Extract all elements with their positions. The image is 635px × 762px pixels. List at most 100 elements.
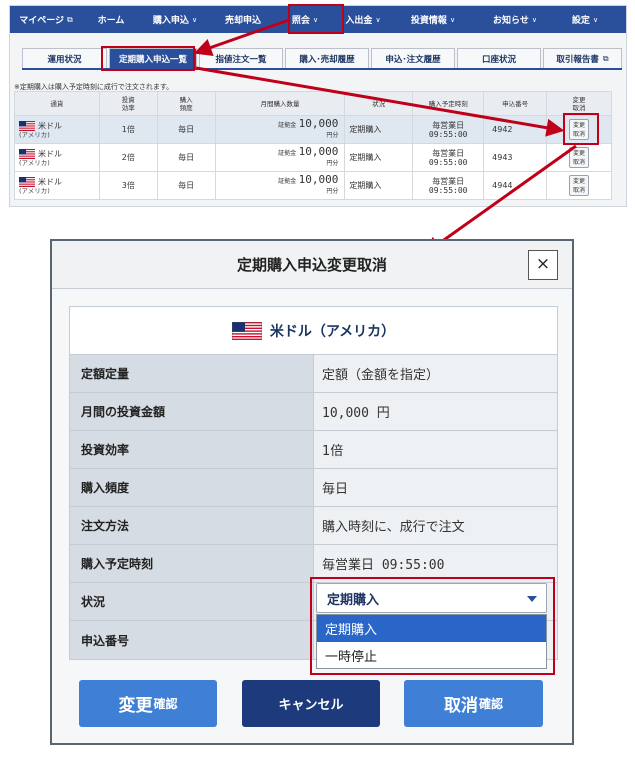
amount-cell: 証拠金 10,000 円分 [214,171,346,200]
nav-label: 売却申込 [224,16,261,26]
nav-label: 購入申込 [152,16,189,26]
nav-purchase[interactable]: 購入申込 ∨ [140,6,210,33]
button-label-small: 確認 [478,697,503,711]
currency-header: 米ドル（アメリカ） [70,307,557,355]
amount-cell: 証拠金 10,000 円分 [214,143,346,172]
nav-label: ホーム [97,16,125,26]
currency-name: 米ドル [38,149,62,158]
highlight-status-select [310,577,555,675]
detail-label: 月間の投資金額 [70,393,314,430]
time-value: 09:55:00 [428,185,468,195]
detail-label: 購入予定時刻 [70,545,314,582]
amount-unit: 円分 [326,131,339,139]
nav-investment-info[interactable]: 投資情報 ∨ [392,6,474,33]
time-cell: 毎営業日 09:55:00 [412,143,485,172]
currency-name: 米ドル [38,177,62,186]
currency-name: 米ドル（アメリカ） [269,323,396,340]
col-header: 変更 取消 [546,91,612,116]
order-id-cell: 4942 [483,115,548,144]
nav-label: 投資情報 [410,16,447,26]
nav-mypage[interactable]: マイページ ⧉ [10,6,82,33]
col-header: 購入予定時刻 [412,91,485,116]
detail-row: 月間の投資金額 10,000 円 [70,393,557,431]
nav-notices[interactable]: お知らせ ∨ [474,6,556,33]
detail-value: 購入時刻に、成行で注文 [314,507,557,544]
time-cell: 毎営業日 09:55:00 [412,171,485,200]
tab-account[interactable]: 口座状況 [457,48,541,68]
currency-cell: 米ドル (アメリカ) [14,115,100,144]
chevron-down-icon: ∨ [375,15,381,24]
change-cancel-button[interactable]: 変更 取消 [569,175,590,196]
detail-label: 購入頻度 [70,469,314,506]
tab-status[interactable]: 運用状況 [22,48,107,68]
us-flag-icon [19,148,35,159]
col-header: 状況 [344,91,414,116]
efficiency-cell: 1倍 [98,115,158,144]
highlight-inquiry-menu [288,4,344,34]
external-link-icon: ⧉ [67,14,73,24]
status-cell: 定期購入 [344,115,414,144]
change-cancel-button[interactable]: 変更 取消 [569,147,590,168]
action-cell: 変更 取消 [546,143,612,172]
external-link-icon: ⧉ [602,53,609,63]
chevron-down-icon: ∨ [531,15,537,24]
chevron-down-icon: ∨ [449,15,456,24]
button-label-small: 確認 [153,697,178,711]
nav-home[interactable]: ホーム [82,6,140,33]
periodic-order-table: 通貨 投資 効率 購入 頻度 月間購入数量 状況 購入予定時刻 申込番号 変更 取消 … [14,91,612,200]
currency-cell: 米ドル (アメリカ) [14,143,100,172]
nav-label: お知らせ [493,16,529,26]
highlight-change-cancel [563,113,599,145]
chevron-down-icon: ∨ [191,15,198,24]
table-header-row: 通貨 投資 効率 購入 頻度 月間購入数量 状況 購入予定時刻 申込番号 変更 取消 [14,91,612,116]
amount-value: 10,000 [298,144,339,158]
detail-label: 投資効率 [70,431,314,468]
time-value: 09:55:00 [428,129,468,139]
amount-value: 10,000 [298,172,339,186]
tab-label: 申込･注文履歴 [385,54,441,65]
table-row: 米ドル (アメリカ) 2倍 毎日 証拠金 10,000 円分 定期購入 毎営業日 09:55:0… [14,143,612,172]
highlight-periodic-tab [101,46,195,71]
tab-limit-orders[interactable]: 指値注文一覧 [199,48,283,68]
detail-row: 投資効率 1倍 [70,431,557,469]
col-header: 申込番号 [483,91,548,116]
detail-row: 定額定量 定額（金額を指定） [70,355,557,393]
amount-unit: 円分 [326,159,339,167]
amount-value: 10,000 [298,116,339,130]
time-day: 毎営業日 [432,176,465,186]
currency-region: (アメリカ) [19,130,50,139]
tab-label: 指値注文一覧 [215,54,267,65]
detail-label: 注文方法 [70,507,314,544]
dialog-title: 定期購入申込変更取消 [236,256,387,274]
delete-confirm-button[interactable]: 取消 確認 [404,680,543,727]
button-label: キャンセル [278,698,344,713]
order-id-cell: 4944 [483,171,548,200]
tab-label: 取引報告書 [556,54,599,65]
dialog-header: 定期購入申込変更取消 × [52,241,572,289]
frequency-cell: 毎日 [156,143,216,172]
nav-settings[interactable]: 設定 ∨ [556,6,614,33]
us-flag-icon [19,176,35,187]
nav-label: 設定 [571,16,590,26]
detail-value: 毎日 [314,469,557,506]
detail-row: 注文方法 購入時刻に、成行で注文 [70,507,557,545]
tab-trade-history[interactable]: 購入･売却履歴 [285,48,369,68]
tab-reports[interactable]: 取引報告書 ⧉ [543,48,622,68]
currency-region: (アメリカ) [19,158,50,167]
nav-sell[interactable]: 売却申込 [210,6,276,33]
detail-label: 定額定量 [70,355,314,392]
frequency-cell: 毎日 [156,115,216,144]
detail-row: 購入頻度 毎日 [70,469,557,507]
change-confirm-button[interactable]: 変更 確認 [79,680,217,727]
cancel-button[interactable]: キャンセル [242,680,380,727]
currency-cell: 米ドル (アメリカ) [14,171,100,200]
close-button[interactable]: × [528,250,558,280]
tab-order-history[interactable]: 申込･注文履歴 [371,48,455,68]
frequency-cell: 毎日 [156,171,216,200]
detail-value: 10,000 円 [314,393,557,430]
mini-btn-line: 取消 [573,159,586,166]
tab-label: 運用状況 [47,54,82,65]
time-day: 毎営業日 [432,120,465,130]
detail-value: 1倍 [314,431,557,468]
currency-name: 米ドル [38,121,62,130]
